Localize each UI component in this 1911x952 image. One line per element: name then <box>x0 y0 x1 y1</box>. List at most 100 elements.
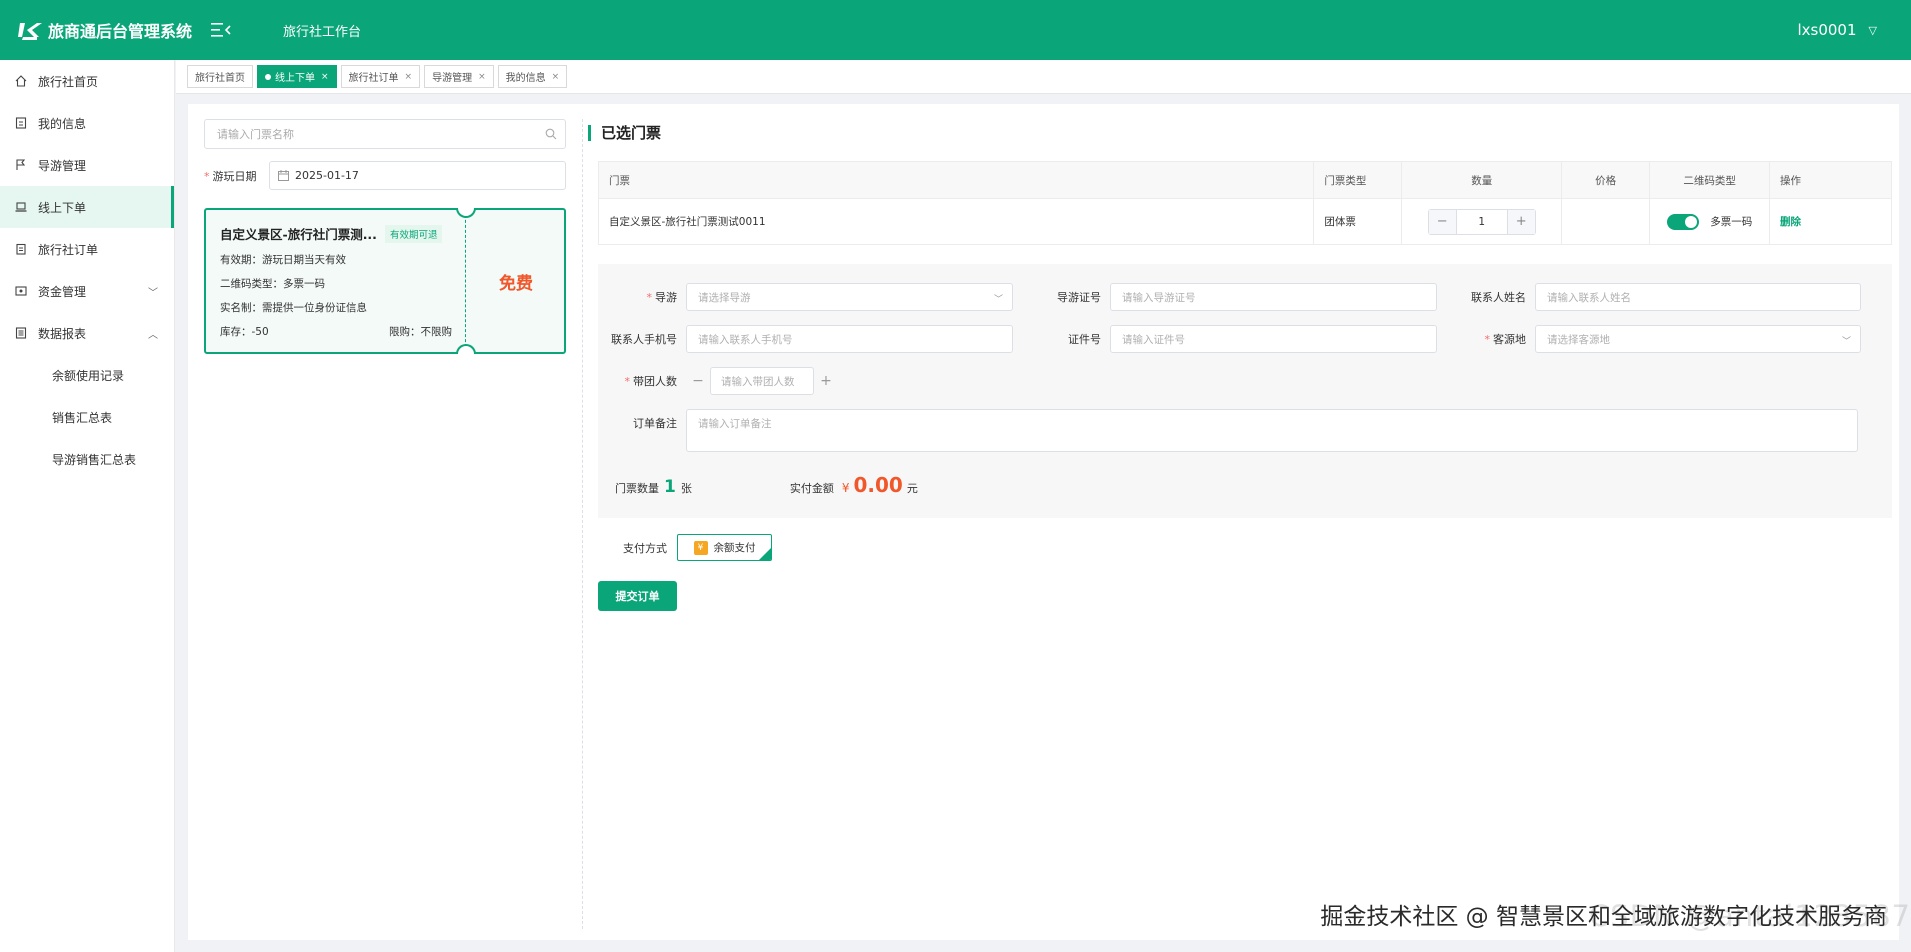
plus-icon[interactable]: + <box>814 373 838 389</box>
origin-select[interactable]: 请选择客源地 ﹀ <box>1535 325 1861 353</box>
chevron-down-icon: ▽ <box>1868 23 1877 37</box>
flag-icon <box>14 158 28 172</box>
watermark: 掘金技术社区 @ 智慧景区和全域旅游数字化技术服务商 <box>1320 904 1887 930</box>
ticket-qr-type: 二维码类型：多票一码 <box>220 278 325 290</box>
play-date-picker[interactable]: 2025-01-17 <box>269 161 566 190</box>
minus-icon[interactable]: − <box>686 373 710 389</box>
remark-placeholder: 请输入订单备注 <box>698 418 772 430</box>
chevron-up-icon: ︿ <box>148 329 158 341</box>
group-size-label: * 带团人数 <box>624 375 678 388</box>
guide-cert-label: 导游证号 <box>1057 291 1101 304</box>
delete-button[interactable]: 删除 <box>1780 216 1801 228</box>
report-icon <box>14 326 28 340</box>
column-header: 二维码类型 <box>1649 161 1771 199</box>
guide-label: * 导游 <box>646 291 678 304</box>
close-icon[interactable]: × <box>552 72 560 82</box>
logo-icon <box>18 23 42 40</box>
chevron-down-icon: ﹀ <box>148 287 158 299</box>
tab-agency-home[interactable]: 旅行社首页 <box>187 65 253 88</box>
contact-name-placeholder: 请输入联系人姓名 <box>1547 291 1631 304</box>
sidebar-item-label: 线上下单 <box>38 200 87 215</box>
sidebar-item-label: 数据报表 <box>38 326 87 341</box>
user-menu[interactable]: lxs0001 ▽ <box>1797 0 1877 60</box>
sidebar-item-agency-orders[interactable]: 旅行社订单 <box>0 228 174 270</box>
tab-guide-management[interactable]: 导游管理 × <box>424 65 494 88</box>
sidebar-subitem-sales-summary[interactable]: 销售汇总表 <box>0 396 174 438</box>
ticket-search-input[interactable]: 请输入门票名称 <box>204 119 566 149</box>
minus-icon[interactable]: − <box>1428 209 1456 234</box>
table-row: 自定义景区-旅行社门票测试0011 团体票 − 1 + 多票一码 删除 <box>597 198 1892 245</box>
order-summary: 门票数量 1 张 实付金额 ¥ 0.00 元 <box>615 473 918 497</box>
workbench-title: 旅行社工作台 <box>283 24 362 40</box>
ticket-name-cell: 自定义景区-旅行社门票测试0011 <box>597 198 1315 245</box>
sidebar-item-home[interactable]: 旅行社首页 <box>0 60 174 102</box>
ticket-card[interactable]: 自定义景区-旅行社门票测... 有效期可退 有效期：游玩日期当天有效 二维码类型… <box>204 208 566 354</box>
payment-label: 支付方式 <box>623 541 667 555</box>
refund-badge: 有效期可退 <box>384 224 443 243</box>
remark-textarea[interactable]: 请输入订单备注 <box>686 409 1858 452</box>
contact-name-input[interactable]: 请输入联系人姓名 <box>1535 283 1861 311</box>
id-no-placeholder: 请输入证件号 <box>1122 333 1185 346</box>
contact-phone-input[interactable]: 请输入联系人手机号 <box>686 325 1013 353</box>
tab-agency-orders[interactable]: 旅行社订单 × <box>340 65 421 88</box>
close-icon[interactable]: × <box>478 72 486 82</box>
tab-label: 旅行社首页 <box>195 73 245 84</box>
sidebar-item-my-info[interactable]: 我的信息 <box>0 102 174 144</box>
contact-name-label: 联系人姓名 <box>1471 291 1526 304</box>
guide-select[interactable]: 请选择导游 ﹀ <box>686 283 1013 311</box>
group-size-stepper[interactable]: − 请输入带团人数 + <box>686 367 838 395</box>
column-header: 门票 <box>597 161 1315 199</box>
selected-tickets-table: 门票 门票类型 数量 价格 二维码类型 操作 自定义景区-旅行社门票测试0011… <box>597 161 1892 245</box>
profile-icon <box>14 116 28 130</box>
guide-placeholder: 请选择导游 <box>698 291 751 304</box>
id-no-input[interactable]: 请输入证件号 <box>1110 325 1437 353</box>
submit-order-button[interactable]: 提交订单 <box>598 581 677 611</box>
contact-phone-label: 联系人手机号 <box>611 333 677 346</box>
ticket-price: 免费 <box>499 273 533 294</box>
column-header: 操作 <box>1769 161 1892 199</box>
ticket-picker: 请输入门票名称 * 游玩日期 2025-01-17 自定义景区-旅行社门票测...… <box>204 119 566 354</box>
tabs-bar: 旅行社首页 线上下单 × 旅行社订单 × 导游管理 × 我的信息 × <box>176 60 1911 94</box>
paid-amount-unit: 元 <box>906 482 918 495</box>
menu-fold-icon[interactable] <box>211 22 231 38</box>
calendar-icon <box>278 170 289 181</box>
sidebar-subitem-guide-sales-summary[interactable]: 导游销售汇总表 <box>0 438 174 480</box>
sidebar-item-guide[interactable]: 导游管理 <box>0 144 174 186</box>
column-header: 门票类型 <box>1313 161 1403 199</box>
column-header: 价格 <box>1561 161 1651 199</box>
qr-type-cell: 多票一码 <box>1649 198 1771 245</box>
sidebar-item-reports[interactable]: 数据报表 ︿ <box>0 312 174 354</box>
currency-symbol: ¥ <box>841 481 850 495</box>
sidebar-item-funds[interactable]: 资金管理 ﹀ <box>0 270 174 312</box>
guide-cert-input[interactable]: 请输入导游证号 <box>1110 283 1437 311</box>
order-form: *导游 请选择导游 ﹀ 导游证号 请输入导游证号 联系人姓名 请输入联系人姓名 <box>598 264 1892 518</box>
ticket-stock: 库存：-50 <box>220 326 269 338</box>
ticket-type-cell: 团体票 <box>1313 198 1403 245</box>
quantity-value[interactable]: 1 <box>1455 209 1508 234</box>
chevron-down-icon: ﹀ <box>993 295 1003 305</box>
paid-amount-label: 实付金额 <box>789 482 834 495</box>
sidebar-item-online-order[interactable]: 线上下单 <box>0 186 174 228</box>
sidebar-subitem-balance-record[interactable]: 余额使用记录 <box>0 354 174 396</box>
laptop-icon <box>14 200 28 214</box>
tab-label: 旅行社订单 <box>348 73 399 84</box>
chevron-down-icon: ﹀ <box>1841 337 1851 347</box>
tab-label: 线上下单 <box>275 73 315 84</box>
tab-my-info[interactable]: 我的信息 × <box>497 65 568 88</box>
balance-payment-option[interactable]: ¥ 余额支付 <box>677 534 772 561</box>
search-placeholder: 请输入门票名称 <box>217 128 294 141</box>
section-title: 已选门票 <box>588 122 661 143</box>
close-icon[interactable]: × <box>321 72 329 82</box>
group-size-input[interactable]: 请输入带团人数 <box>710 367 814 395</box>
guide-cert-placeholder: 请输入导游证号 <box>1122 291 1196 304</box>
quantity-stepper[interactable]: − 1 + <box>1427 208 1536 235</box>
username: lxs0001 <box>1797 21 1857 39</box>
plus-icon[interactable]: + <box>1507 209 1535 234</box>
sidebar-item-label: 我的信息 <box>38 116 87 131</box>
close-icon[interactable]: × <box>405 72 413 82</box>
ticket-count: 1 <box>664 477 676 497</box>
qr-type-toggle[interactable] <box>1666 213 1699 230</box>
play-date-label: * 游玩日期 <box>204 169 257 183</box>
tab-online-order[interactable]: 线上下单 × <box>257 65 337 88</box>
ticket-limit: 限购：不限购 <box>389 326 452 338</box>
